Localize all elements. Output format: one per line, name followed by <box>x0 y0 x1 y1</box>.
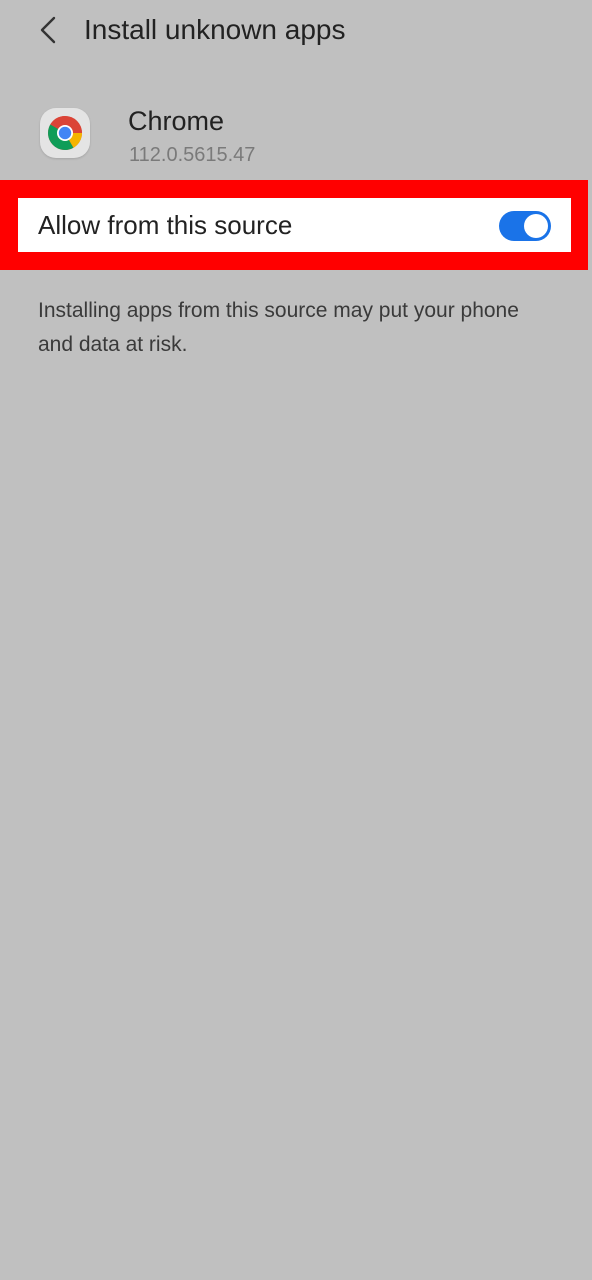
allow-from-source-label: Allow from this source <box>38 210 293 240</box>
app-info: Chrome 112.0.5615.47 <box>0 90 592 176</box>
app-version: 112.0.5615.47 <box>129 144 256 166</box>
allow-from-source-row[interactable]: Allow from this source <box>18 198 571 252</box>
screen: Install unknown apps Chrome 112.0.5615.4… <box>0 0 592 1280</box>
warning-description: Installing apps from this source may put… <box>38 299 519 356</box>
allow-from-source-switch[interactable] <box>499 211 551 241</box>
back-button[interactable] <box>28 10 68 50</box>
page-title: Install unknown apps <box>84 14 346 45</box>
chevron-left-icon <box>40 16 56 44</box>
app-bar: Install unknown apps <box>0 0 592 62</box>
app-name: Chrome <box>128 106 225 136</box>
switch-knob <box>524 214 548 238</box>
chrome-icon <box>40 108 90 158</box>
